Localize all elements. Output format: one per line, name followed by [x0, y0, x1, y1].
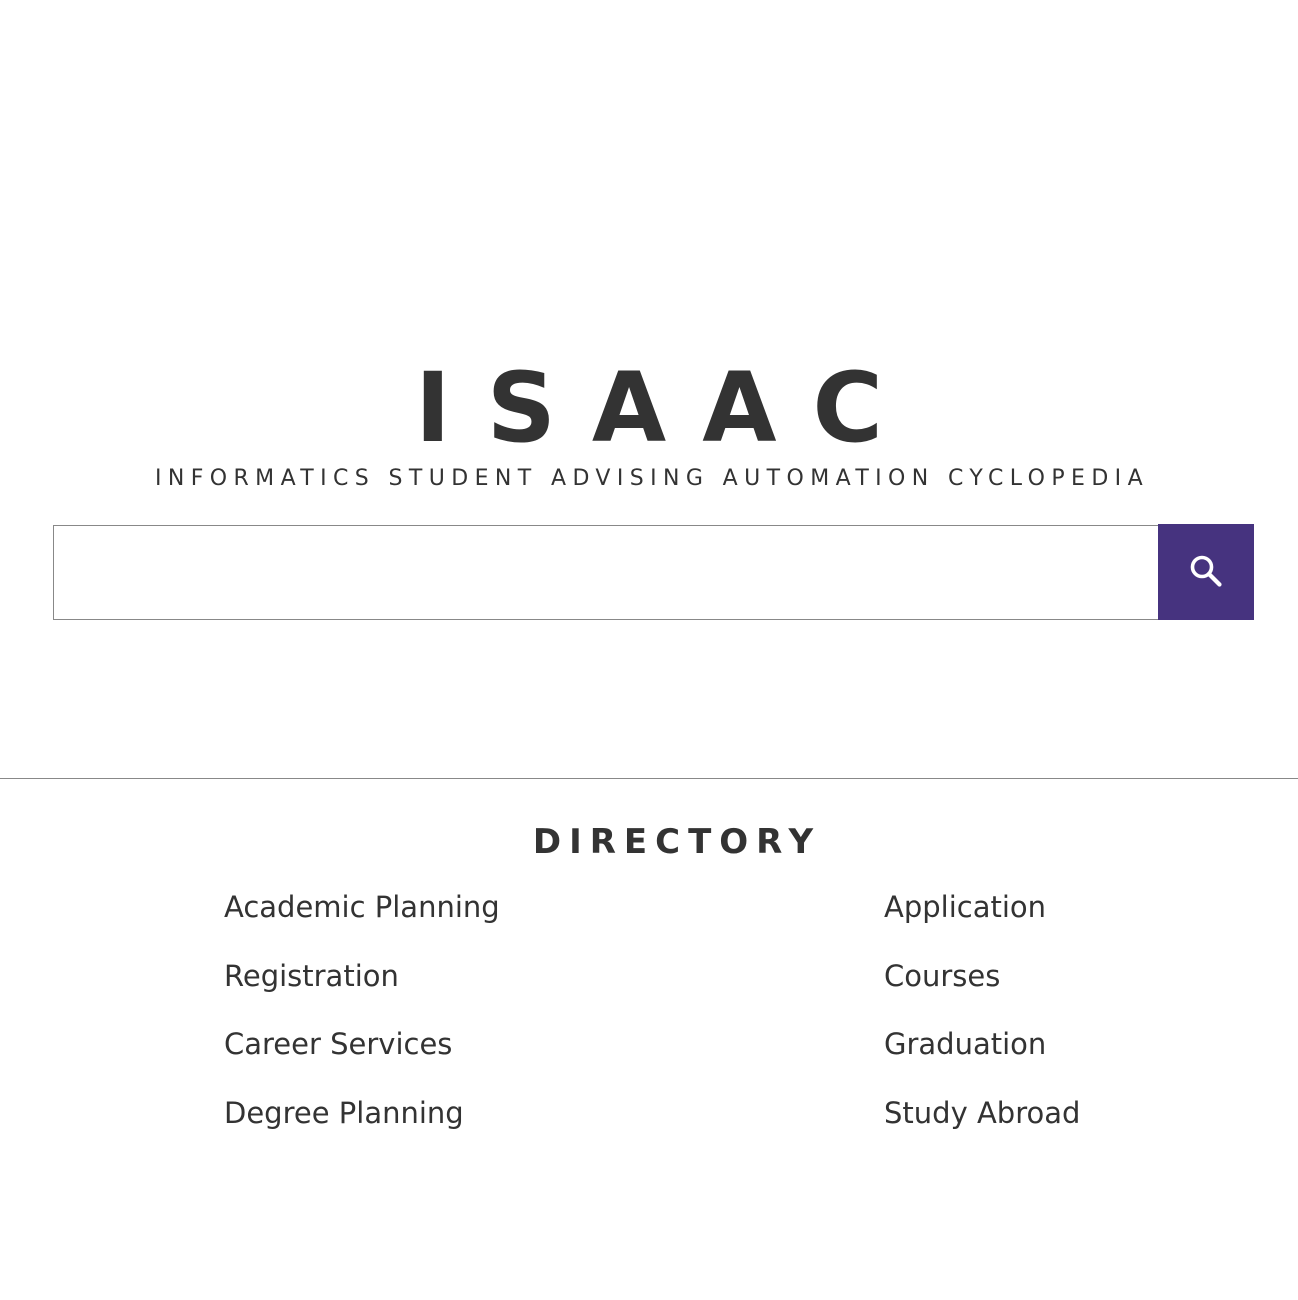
directory-link-degree-planning[interactable]: Degree Planning	[224, 1090, 644, 1159]
home-page: ISAAC INFORMATICS STUDENT ADVISING AUTOM…	[0, 0, 1298, 1300]
directory-link-career-services[interactable]: Career Services	[224, 1021, 644, 1090]
search-button[interactable]	[1158, 524, 1254, 620]
site-logo: ISAAC	[415, 352, 919, 464]
directory-left-column: Academic Planning Registration Career Se…	[224, 884, 644, 1158]
site-tagline: INFORMATICS STUDENT ADVISING AUTOMATION …	[154, 466, 1150, 491]
search-input[interactable]	[53, 525, 1158, 620]
directory-link-application[interactable]: Application	[884, 884, 1298, 953]
directory-link-graduation[interactable]: Graduation	[884, 1021, 1298, 1090]
directory-link-study-abroad[interactable]: Study Abroad	[884, 1090, 1298, 1159]
section-divider	[0, 778, 1298, 779]
search-icon	[1186, 552, 1226, 592]
directory-link-registration[interactable]: Registration	[224, 953, 644, 1022]
directory-link-courses[interactable]: Courses	[884, 953, 1298, 1022]
directory-right-column: Application Courses Graduation Study Abr…	[884, 884, 1298, 1158]
directory-heading: DIRECTORY	[532, 822, 822, 862]
directory-link-academic-planning[interactable]: Academic Planning	[224, 884, 644, 953]
